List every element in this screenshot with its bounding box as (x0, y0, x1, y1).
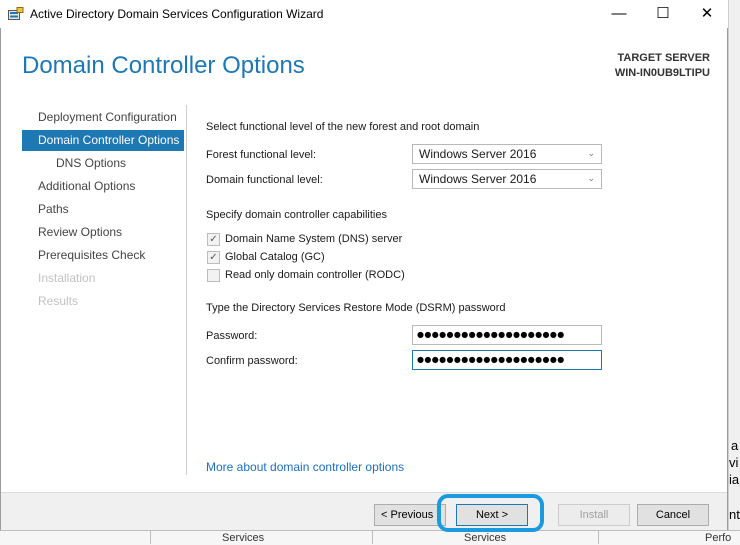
previous-button[interactable]: < Previous (374, 504, 446, 526)
global-catalog-checkbox[interactable]: ✓ (207, 251, 220, 264)
maximize-button[interactable]: ☐ (640, 0, 686, 28)
nav-item-installation: Installation (38, 271, 96, 285)
rodc-checkbox[interactable] (207, 269, 220, 282)
capabilities-heading: Specify domain controller capabilities (206, 209, 387, 221)
background-column-divider (150, 530, 151, 544)
nav-item-results: Results (38, 294, 79, 308)
chevron-down-icon: ⌄ (587, 173, 595, 183)
domain-level-select[interactable]: Windows Server 2016 ⌄ (412, 169, 602, 189)
password-field[interactable]: ●●●●●●●●●●●●●●●●●●●● (412, 325, 602, 345)
functional-level-heading: Select functional level of the new fores… (206, 121, 480, 133)
dns-server-checkbox[interactable]: ✓ (207, 233, 220, 246)
background-column-divider (598, 530, 599, 544)
background-column-header: Perfo (705, 532, 732, 544)
cancel-button[interactable]: Cancel (637, 504, 709, 526)
nav-item-prerequisites-check[interactable]: Prerequisites Check (22, 245, 184, 266)
page-title: Domain Controller Options (22, 52, 305, 79)
nav-item-additional-options[interactable]: Additional Options (22, 176, 184, 197)
title-bar[interactable]: Active Directory Domain Services Configu… (0, 0, 728, 28)
window-title: Active Directory Domain Services Configu… (30, 7, 324, 21)
install-button: Install (558, 504, 630, 526)
background-column-header: Services (464, 532, 507, 544)
more-info-link[interactable]: More about domain controller options (206, 460, 404, 474)
background-window-strip: a vi ia nt (728, 0, 740, 544)
nav-item-domain-controller-options[interactable]: Domain Controller Options (22, 130, 184, 151)
chevron-down-icon: ⌄ (587, 148, 595, 158)
domain-level-label: Domain functional level: (206, 174, 323, 186)
nav-item-paths[interactable]: Paths (22, 199, 184, 220)
dsrm-heading: Type the Directory Services Restore Mode… (206, 302, 506, 314)
server-wizard-icon (8, 7, 24, 21)
next-button-highlight (437, 494, 544, 532)
rodc-label[interactable]: Read only domain controller (RODC) (225, 269, 405, 281)
confirm-password-label: Confirm password: (206, 355, 298, 367)
checkmark-icon: ✓ (209, 252, 218, 263)
forest-level-value: Windows Server 2016 (419, 147, 537, 161)
background-text-fragment: ia (729, 472, 740, 487)
nav-item-deployment-configuration[interactable]: Deployment Configuration (22, 107, 184, 128)
dns-server-label[interactable]: Domain Name System (DNS) server (225, 233, 402, 245)
password-label: Password: (206, 330, 258, 342)
minimize-button[interactable]: — (596, 0, 642, 28)
forest-level-label: Forest functional level: (206, 149, 317, 161)
domain-level-value: Windows Server 2016 (419, 172, 537, 186)
background-column-header: Services (222, 532, 265, 544)
background-column-divider (372, 530, 373, 544)
background-text-fragment: a (731, 438, 739, 453)
checkmark-icon: ✓ (209, 234, 218, 245)
nav-item-dns-options[interactable]: DNS Options (22, 153, 184, 174)
nav-divider (186, 105, 187, 475)
background-table-header (0, 530, 740, 545)
confirm-password-field[interactable]: ●●●●●●●●●●●●●●●●●●●● (412, 350, 602, 370)
close-button[interactable]: ✕ (684, 0, 730, 28)
forest-level-select[interactable]: Windows Server 2016 ⌄ (412, 144, 602, 164)
background-text-fragment: nt (729, 507, 740, 522)
target-server-name: WIN-IN0UB9LTIPU (614, 67, 710, 79)
global-catalog-label[interactable]: Global Catalog (GC) (225, 251, 325, 263)
background-text-fragment: vi (729, 455, 739, 470)
nav-item-review-options[interactable]: Review Options (22, 222, 184, 243)
target-server-label: TARGET SERVER (617, 52, 711, 64)
